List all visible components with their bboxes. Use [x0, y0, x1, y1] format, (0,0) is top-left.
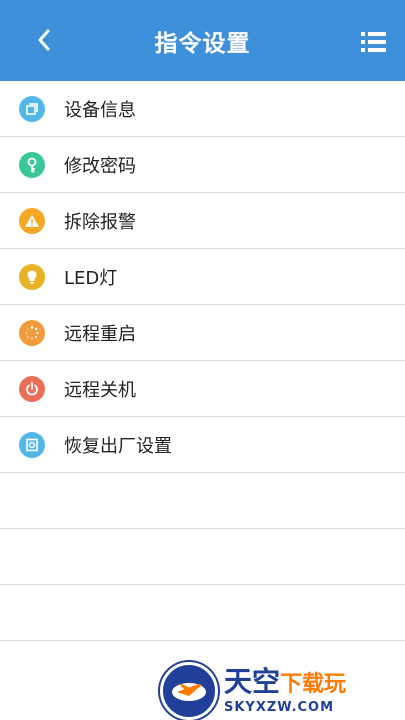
page-title: 指令设置	[154, 31, 251, 57]
watermark-url: SKYXZW.COM	[224, 700, 335, 715]
restart-icon	[19, 319, 45, 346]
site-watermark: 天空下载玩 SKYXZW.COM	[160, 662, 405, 720]
list-item-label: 拆除报警	[64, 211, 136, 233]
list-item-remote-restart[interactable]: 远程重启	[0, 305, 405, 361]
power-icon	[19, 375, 45, 402]
empty-row	[0, 529, 405, 585]
warning-icon	[19, 207, 45, 234]
list-item-led-light[interactable]: LED灯	[0, 249, 405, 305]
title-bar: 指令设置	[0, 0, 405, 81]
device-info-icon	[19, 95, 45, 122]
empty-row	[0, 585, 405, 641]
factory-reset-icon	[19, 431, 45, 458]
list-item-change-password[interactable]: 修改密码	[0, 137, 405, 193]
watermark-title-main: 天空	[224, 665, 281, 698]
list-item-label: 远程关机	[64, 379, 136, 401]
list-item-label: LED灯	[64, 267, 118, 289]
watermark-logo-icon	[160, 662, 218, 720]
list-item-factory-reset[interactable]: 恢复出厂设置	[0, 417, 405, 473]
command-list: 设备信息 修改密码 拆除报警 LED灯 远程重启 远程关机 恢复出厂设置	[0, 81, 405, 641]
list-item-tamper-alarm[interactable]: 拆除报警	[0, 193, 405, 249]
bulb-icon	[19, 263, 45, 290]
watermark-text: 天空下载玩 SKYXZW.COM	[224, 667, 346, 716]
key-icon	[19, 151, 45, 178]
list-item-remote-shutdown[interactable]: 远程关机	[0, 361, 405, 417]
list-item-label: 修改密码	[64, 155, 136, 177]
empty-row	[0, 473, 405, 529]
list-item-label: 恢复出厂设置	[64, 435, 172, 457]
list-item-device-info[interactable]: 设备信息	[0, 81, 405, 137]
list-item-label: 设备信息	[64, 99, 136, 121]
watermark-title-suffix: 下载玩	[280, 672, 347, 697]
menu-button[interactable]	[357, 30, 389, 54]
list-item-label: 远程重启	[64, 323, 136, 345]
watermark-title: 天空下载玩	[224, 667, 346, 700]
list-menu-icon	[357, 32, 389, 58]
